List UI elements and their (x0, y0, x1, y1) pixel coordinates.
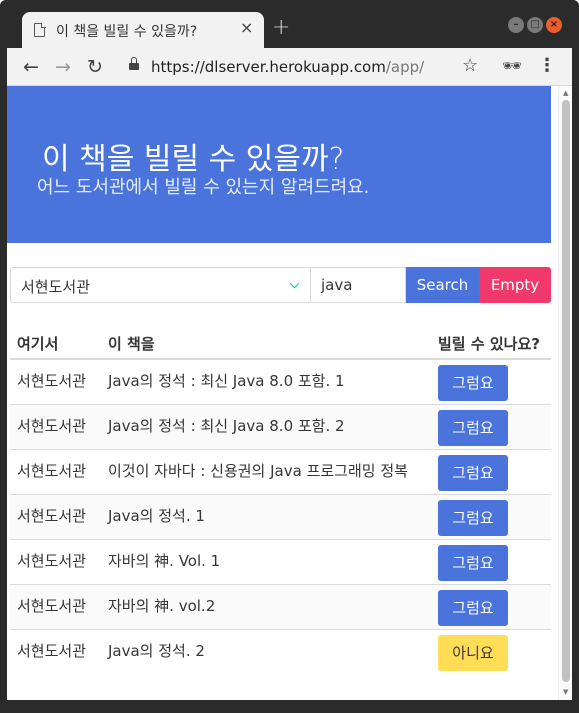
back-icon[interactable]: ← (18, 54, 44, 80)
availability-button[interactable]: 그럼요 (438, 545, 508, 581)
search-form: 서현도서관 java Search Empty (10, 267, 551, 303)
close-window-button[interactable]: × (546, 17, 562, 33)
row-title: Java의 정석. 2 (108, 642, 205, 660)
menu-icon[interactable]: ⋮ (538, 55, 556, 76)
maximize-button[interactable]: □ (527, 17, 543, 33)
lock-icon (129, 57, 139, 71)
page-subtitle: 어느 도서관에서 빌릴 수 있는지 알려드려요. (37, 177, 370, 198)
table-row: 서현도서관 Java의 정석. 2 아니요 (10, 630, 551, 675)
page-viewport: 이 책을 빌릴 수 있을까? 어느 도서관에서 빌릴 수 있는지 알려드려요. … (7, 86, 572, 700)
row-library: 서현도서관 (17, 507, 87, 525)
availability-button[interactable]: 그럼요 (438, 590, 508, 626)
new-tab-button[interactable]: + (272, 15, 290, 40)
results-table: 여기서 이 책을 빌릴 수 있나요? 서현도서관 Java의 정석 : 최신 J… (10, 324, 551, 675)
page-title: 이 책을 빌릴 수 있을까? (42, 142, 345, 177)
window-border-bottom (0, 700, 579, 713)
scroll-up-icon[interactable]: ▲ (563, 89, 568, 97)
table-header: 여기서 이 책을 빌릴 수 있나요? (10, 324, 551, 360)
row-library: 서현도서관 (17, 597, 87, 615)
availability-button[interactable]: 그럼요 (438, 500, 508, 536)
availability-button[interactable]: 그럼요 (438, 365, 508, 401)
row-library: 서현도서관 (17, 462, 87, 480)
table-row: 서현도서관 이것이 자바다 : 신용권의 Java 프로그래밍 정복 그럼요 (10, 450, 551, 495)
availability-button[interactable]: 그럼요 (438, 455, 508, 491)
browser-tab[interactable]: 이 책을 빌릴 수 있을까? × (22, 12, 264, 48)
table-row: 서현도서관 자바의 神. Vol. 1 그럼요 (10, 540, 551, 585)
tab-close-icon[interactable]: × (240, 18, 253, 37)
empty-button[interactable]: Empty (479, 267, 551, 303)
header-availability: 빌릴 수 있나요? (438, 335, 540, 353)
header-title: 이 책을 (108, 335, 155, 353)
search-button[interactable]: Search (406, 267, 479, 303)
availability-button[interactable]: 아니요 (438, 635, 508, 671)
search-input[interactable]: java (311, 267, 406, 303)
url-path: /app/ (385, 58, 425, 76)
table-row: 서현도서관 자바의 神. vol.2 그럼요 (10, 585, 551, 630)
row-title: 자바의 神. vol.2 (108, 597, 216, 615)
document-icon (34, 22, 46, 37)
library-select[interactable]: 서현도서관 (10, 267, 311, 303)
row-library: 서현도서관 (17, 552, 87, 570)
table-row: 서현도서관 Java의 정석. 1 그럼요 (10, 495, 551, 540)
window-border-left (0, 48, 7, 700)
scrollbar[interactable]: ▲ ▼ (558, 86, 572, 700)
table-row: 서현도서관 Java의 정석 : 최신 Java 8.0 포함. 1 그럼요 (10, 360, 551, 405)
url-host: https://dlserver.herokuapp.com (151, 58, 386, 76)
header-library: 여기서 (17, 335, 59, 353)
row-library: 서현도서관 (17, 372, 87, 390)
library-select-value: 서현도서관 (21, 278, 91, 296)
row-title: Java의 정석 : 최신 Java 8.0 포함. 2 (108, 417, 345, 435)
hero-banner: 이 책을 빌릴 수 있을까? 어느 도서관에서 빌릴 수 있는지 알려드려요. (7, 86, 551, 243)
minimize-button[interactable]: – (508, 17, 524, 33)
row-title: 자바의 神. Vol. 1 (108, 552, 221, 570)
tab-title: 이 책을 빌릴 수 있을까? (56, 24, 198, 40)
table-row: 서현도서관 Java의 정석 : 최신 Java 8.0 포함. 2 그럼요 (10, 405, 551, 450)
row-library: 서현도서관 (17, 417, 87, 435)
forward-icon[interactable]: → (50, 54, 76, 80)
title-bar: 이 책을 빌릴 수 있을까? × + – □ × (0, 0, 579, 48)
reload-icon[interactable]: ↻ (82, 54, 108, 80)
row-title: 이것이 자바다 : 신용권의 Java 프로그래밍 정복 (108, 462, 408, 480)
scroll-thumb[interactable] (562, 100, 570, 682)
row-library: 서현도서관 (17, 642, 87, 660)
browser-window: 이 책을 빌릴 수 있을까? × + – □ × ← → ↻ https://d… (0, 0, 579, 713)
row-title: Java의 정석. 1 (108, 507, 205, 525)
star-icon[interactable]: ☆ (462, 55, 478, 76)
browser-toolbar: ← → ↻ https://dlserver.herokuapp.com/app… (7, 48, 572, 86)
incognito-icon[interactable]: 🕶 (502, 56, 522, 75)
availability-button[interactable]: 그럼요 (438, 410, 508, 446)
address-bar[interactable]: https://dlserver.herokuapp.com/app/ (151, 58, 424, 76)
chevron-down-icon (289, 278, 300, 289)
row-title: Java의 정석 : 최신 Java 8.0 포함. 1 (108, 372, 345, 390)
window-border-right (572, 48, 579, 700)
scroll-down-icon[interactable]: ▼ (563, 688, 568, 696)
